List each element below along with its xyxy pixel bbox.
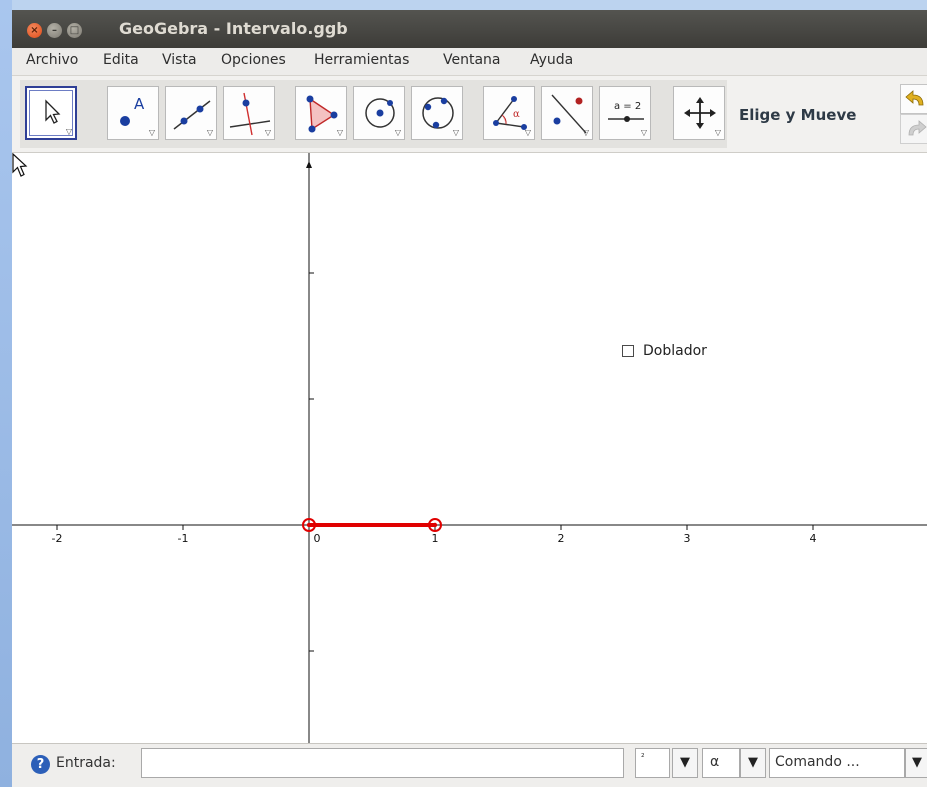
superscript-button[interactable]: ² bbox=[635, 748, 670, 778]
undo-icon bbox=[905, 90, 924, 106]
command-dropdown-button[interactable]: ▼ bbox=[905, 748, 927, 778]
move-graphics-view-tool-button[interactable]: ▽ bbox=[673, 86, 725, 140]
coordinate-axes[interactable]: -2 -1 0 1 2 3 4 bbox=[12, 153, 927, 743]
maximize-window-button[interactable]: □ bbox=[67, 23, 82, 38]
x-tick-label: 4 bbox=[810, 532, 817, 545]
dropdown-arrow-icon: ▼ bbox=[912, 755, 922, 770]
current-tool-name: Elige y Mueve bbox=[739, 106, 857, 124]
line-tool-button[interactable]: ▽ bbox=[165, 86, 217, 140]
tool-strip: ▽ A ▽ ▽ ▽ ▽ ▽ ▽ α ▽ ▽ a = 2 ▽ ▽ bbox=[20, 80, 727, 148]
perpendicular-line-tool-button[interactable]: ▽ bbox=[223, 86, 275, 140]
menu-herramientas[interactable]: Herramientas bbox=[314, 52, 409, 68]
tool-menu-triangle-icon: ▽ bbox=[206, 128, 213, 137]
toolbar: ▽ A ▽ ▽ ▽ ▽ ▽ ▽ α ▽ ▽ a = 2 ▽ ▽ Elige y … bbox=[12, 76, 927, 153]
y-axis-arrow-icon bbox=[306, 161, 312, 168]
slider-tool-button[interactable]: a = 2 ▽ bbox=[599, 86, 651, 140]
tool-menu-triangle-icon: ▽ bbox=[714, 128, 721, 137]
tool-menu-triangle-icon: ▽ bbox=[148, 128, 155, 137]
checkbox-box[interactable] bbox=[622, 345, 634, 357]
redo-button[interactable] bbox=[900, 114, 927, 144]
x-tick-label: 3 bbox=[684, 532, 691, 545]
dropdown-arrow-icon: ▼ bbox=[748, 755, 758, 770]
svg-text:α: α bbox=[513, 109, 520, 120]
tool-menu-triangle-icon: ▽ bbox=[65, 127, 72, 136]
input-label: Entrada: bbox=[56, 755, 116, 771]
x-tick-label: -1 bbox=[178, 532, 189, 545]
greek-letter-button[interactable]: α bbox=[702, 748, 740, 778]
circle-center-tool-button[interactable]: ▽ bbox=[353, 86, 405, 140]
input-bar: ? Entrada: ² ▼ α ▼ Comando ... ▼ bbox=[12, 743, 927, 787]
x-tick-label: 2 bbox=[558, 532, 565, 545]
desktop-background bbox=[0, 0, 927, 10]
close-window-button[interactable]: × bbox=[27, 23, 42, 38]
command-selector[interactable]: Comando ... bbox=[769, 748, 905, 778]
greek-dropdown-button[interactable]: ▼ bbox=[740, 748, 766, 778]
window-title: GeoGebra - Intervalo.ggb bbox=[119, 19, 348, 38]
desktop-background-strip bbox=[0, 0, 12, 787]
reflect-tool-button[interactable]: ▽ bbox=[541, 86, 593, 140]
tool-menu-triangle-icon: ▽ bbox=[582, 128, 589, 137]
doblador-checkbox-label: Doblador bbox=[643, 343, 707, 359]
x-tick-label: -2 bbox=[52, 532, 63, 545]
menu-bar: Archivo Edita Vista Opciones Herramienta… bbox=[12, 48, 927, 76]
move-tool-button[interactable]: ▽ bbox=[25, 86, 77, 140]
menu-archivo[interactable]: Archivo bbox=[26, 52, 78, 68]
minimize-window-button[interactable]: – bbox=[47, 23, 62, 38]
superscript-dropdown-button[interactable]: ▼ bbox=[672, 748, 698, 778]
tool-menu-triangle-icon: ▽ bbox=[336, 128, 343, 137]
menu-ventana[interactable]: Ventana bbox=[443, 52, 501, 68]
dropdown-arrow-icon: ▼ bbox=[680, 755, 690, 770]
redo-icon bbox=[908, 120, 927, 136]
tool-menu-triangle-icon: ▽ bbox=[452, 128, 459, 137]
app-window: × – □ GeoGebra - Intervalo.ggb Archivo E… bbox=[12, 10, 927, 787]
arrow-pointer-icon bbox=[45, 99, 61, 124]
angle-tool-button[interactable]: α ▽ bbox=[483, 86, 535, 140]
point-tool-button[interactable]: A ▽ bbox=[107, 86, 159, 140]
x-tick-label: 0 bbox=[314, 532, 321, 545]
tool-menu-triangle-icon: ▽ bbox=[394, 128, 401, 137]
x-tick-label: 1 bbox=[432, 532, 439, 545]
menu-vista[interactable]: Vista bbox=[162, 52, 197, 68]
tool-menu-triangle-icon: ▽ bbox=[640, 128, 647, 137]
tool-menu-triangle-icon: ▽ bbox=[524, 128, 531, 137]
svg-text:A: A bbox=[134, 95, 145, 113]
help-icon[interactable]: ? bbox=[31, 755, 50, 774]
title-bar[interactable]: × – □ GeoGebra - Intervalo.ggb bbox=[12, 10, 927, 48]
menu-opciones[interactable]: Opciones bbox=[221, 52, 286, 68]
input-field[interactable] bbox=[141, 748, 624, 778]
mouse-cursor-icon bbox=[12, 153, 28, 177]
undo-button[interactable] bbox=[900, 84, 927, 114]
menu-edita[interactable]: Edita bbox=[103, 52, 139, 68]
polygon-tool-button[interactable]: ▽ bbox=[295, 86, 347, 140]
circle-three-points-tool-button[interactable]: ▽ bbox=[411, 86, 463, 140]
tool-menu-triangle-icon: ▽ bbox=[264, 128, 271, 137]
graphics-view[interactable]: -2 -1 0 1 2 3 4 Doblador bbox=[12, 153, 927, 743]
slider-tool-label: a = 2 bbox=[614, 101, 641, 112]
menu-ayuda[interactable]: Ayuda bbox=[530, 52, 573, 68]
